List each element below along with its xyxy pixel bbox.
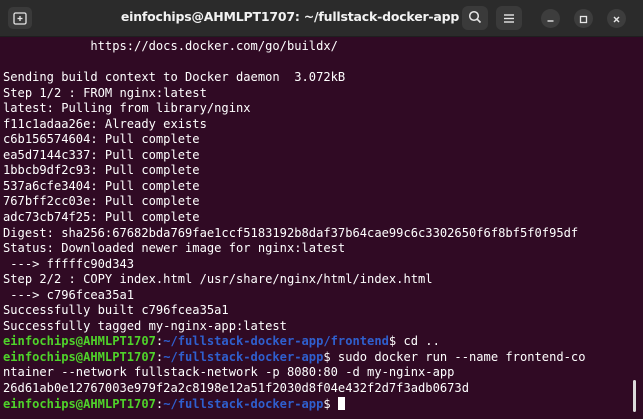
minimize-button[interactable] <box>541 9 560 28</box>
search-icon <box>468 9 482 28</box>
output-line: f11c1adaa26e: Already exists <box>3 116 207 131</box>
output-line: Step 2/2 : COPY index.html /usr/share/ng… <box>3 272 433 287</box>
prompt-user: einfochips@AHMLPT1707 <box>3 334 156 349</box>
output-line: ---> fffffc90d343 <box>3 256 135 271</box>
terminal-plus-icon <box>13 11 27 25</box>
output-line: Successfully built c796fcea35a1 <box>3 303 229 318</box>
prompt-line: einfochips@AHMLPT1707:~/fullstack-docker… <box>3 350 643 366</box>
output-line: https://docs.docker.com/go/buildx/ <box>3 39 338 53</box>
maximize-button[interactable] <box>574 9 593 28</box>
prompt-line: einfochips@AHMLPT1707:~/fullstack-docker… <box>3 334 643 350</box>
output-line: ea5d7144c337: Pull complete <box>3 147 200 162</box>
title-bar: einfochips@AHMLPT1707: ~/fullstack-docke… <box>0 0 643 37</box>
output-line: 767bff2cc03e: Pull complete <box>3 194 200 209</box>
command-text: $ sudo docker run --name frontend-co <box>323 349 586 364</box>
scrollbar[interactable] <box>633 380 636 412</box>
output-line: Sending build context to Docker daemon 3… <box>3 70 346 85</box>
output-line: latest: Pulling from library/nginx <box>3 101 251 116</box>
close-icon <box>612 9 621 28</box>
prompt-path: ~/fullstack-docker-app/frontend <box>163 334 389 349</box>
output-line: 26d61ab0e12767003e979f2a2c8198e12a51f203… <box>3 381 469 396</box>
output-line: 537a6cfe3404: Pull complete <box>3 178 200 193</box>
terminal-window: einfochips@AHMLPT1707: ~/fullstack-docke… <box>0 0 643 419</box>
output-line: ntainer --network fullstack-network -p 8… <box>3 365 455 380</box>
prompt-path: ~/fullstack-docker-app <box>163 396 324 411</box>
maximize-icon <box>579 9 588 28</box>
output-line: Status: Downloaded newer image for nginx… <box>3 241 346 256</box>
menu-button[interactable] <box>496 6 522 30</box>
terminal-lines: https://docs.docker.com/go/buildx/Sendin… <box>3 39 643 412</box>
command-text: $ <box>323 396 338 411</box>
output-line: 1bbcb9df2c93: Pull complete <box>3 163 200 178</box>
search-button[interactable] <box>462 6 488 30</box>
prompt-user: einfochips@AHMLPT1707 <box>3 396 156 411</box>
close-button[interactable] <box>607 9 626 28</box>
output-line: Successfully tagged my-nginx-app:latest <box>3 318 287 333</box>
window-title: einfochips@AHMLPT1707: ~/fullstack-docke… <box>120 9 460 24</box>
hamburger-menu-icon <box>503 9 515 28</box>
new-tab-button[interactable] <box>8 7 32 29</box>
prompt-user: einfochips@AHMLPT1707 <box>3 349 156 364</box>
output-line: adc73cb74f25: Pull complete <box>3 210 200 225</box>
output-line: Step 1/2 : FROM nginx:latest <box>3 85 207 100</box>
output-line: Digest: sha256:67682bda769fae1ccf5183192… <box>3 225 579 240</box>
output-line: ---> c796fcea35a1 <box>3 287 135 302</box>
minimize-icon <box>546 9 555 28</box>
text-cursor <box>337 396 345 410</box>
command-text: $ cd .. <box>388 334 440 349</box>
output-line: c6b156574604: Pull complete <box>3 132 200 147</box>
prompt-line: einfochips@AHMLPT1707:~/fullstack-docker… <box>3 396 643 413</box>
terminal-output[interactable]: https://docs.docker.com/go/buildx/Sendin… <box>0 38 643 419</box>
prompt-path: ~/fullstack-docker-app <box>163 349 324 364</box>
